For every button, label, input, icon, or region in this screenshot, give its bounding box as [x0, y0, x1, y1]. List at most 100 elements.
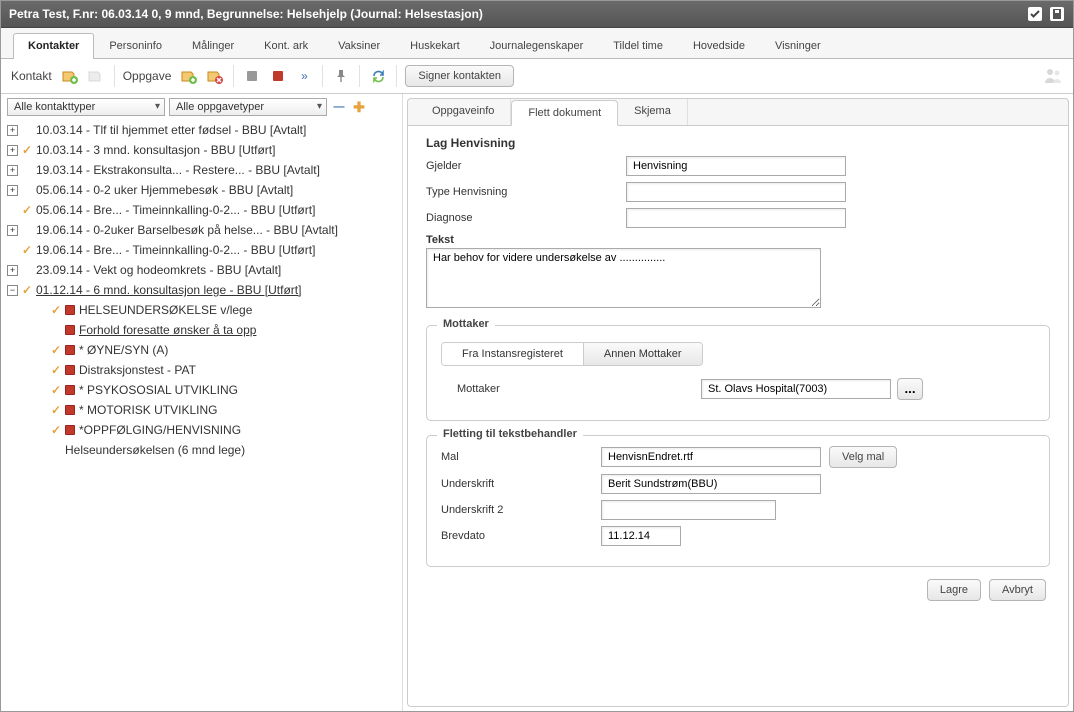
main-tab-m-linger[interactable]: Målinger	[177, 33, 249, 59]
title-bar: Petra Test, F.nr: 06.03.14 0, 9 mnd, Beg…	[1, 1, 1073, 28]
mottaker-tabs: Fra InstansregisteretAnnen Mottaker	[441, 342, 703, 366]
tree-label[interactable]: Forhold foresatte ønsker å ta opp	[79, 322, 256, 338]
tree-child-row[interactable]: Forhold foresatte ønsker å ta opp	[7, 320, 396, 340]
sub-tab-skjema[interactable]: Skjema	[618, 99, 688, 125]
brevdato-input[interactable]	[601, 526, 681, 546]
tree-child-row[interactable]: ✓* MOTORISK UTVIKLING	[7, 400, 396, 420]
check-icon: ✓	[22, 282, 34, 298]
tree-label[interactable]: * MOTORISK UTVIKLING	[79, 402, 217, 418]
tree-toggle-icon[interactable]: +	[7, 165, 18, 176]
refresh-icon[interactable]	[368, 66, 388, 86]
fast-forward-icon[interactable]: »	[294, 66, 314, 86]
pin-icon[interactable]	[331, 66, 351, 86]
main-tab-tildel-time[interactable]: Tildel time	[598, 33, 678, 59]
stop-gray-icon[interactable]	[242, 66, 262, 86]
tree-label[interactable]: HELSEUNDERSØKELSE v/lege	[79, 302, 252, 318]
main-tab-vaksiner[interactable]: Vaksiner	[323, 33, 395, 59]
mal-input[interactable]	[601, 447, 821, 467]
tree-label[interactable]: Helseundersøkelsen (6 mnd lege)	[65, 442, 245, 458]
tree-label[interactable]: 19.06.14 - 0-2uker Barselbesøk på helse.…	[36, 222, 338, 238]
collapse-icon[interactable]: —	[331, 99, 347, 115]
oppgavetype-filter[interactable]: Alle oppgavetyper	[169, 98, 327, 116]
sub-tab-oppgaveinfo[interactable]: Oppgaveinfo	[416, 99, 511, 125]
tree-child-row[interactable]: ✓*OPPFØLGING/HENVISNING	[7, 420, 396, 440]
type-henvisning-input[interactable]	[626, 182, 846, 202]
diagnose-input[interactable]	[626, 208, 846, 228]
delete-oppgave-icon[interactable]	[205, 66, 225, 86]
mottaker-browse-button[interactable]: ...	[897, 378, 923, 400]
tree-label[interactable]: 10.03.14 - Tlf til hjemmet etter fødsel …	[36, 122, 306, 138]
mottaker-input[interactable]	[701, 379, 891, 399]
check-icon: ✓	[22, 242, 34, 258]
main-tab-kont-ark[interactable]: Kont. ark	[249, 33, 323, 59]
main-tab-huskekart[interactable]: Huskekart	[395, 33, 475, 59]
check-icon[interactable]	[1027, 6, 1043, 22]
tree-toggle-icon[interactable]: +	[7, 125, 18, 136]
tree-child-row[interactable]: Helseundersøkelsen (6 mnd lege)	[7, 440, 396, 460]
tree-label[interactable]: Distraksjonstest - PAT	[79, 362, 196, 378]
tree-label[interactable]: * ØYNE/SYN (A)	[79, 342, 168, 358]
tree-label[interactable]: 05.06.14 - 0-2 uker Hjemmebesøk - BBU [A…	[36, 182, 293, 198]
tree-toggle-icon[interactable]: +	[7, 225, 18, 236]
tree-toggle-icon[interactable]: −	[7, 285, 18, 296]
main-tab-kontakter[interactable]: Kontakter	[13, 33, 94, 59]
tree-label[interactable]: 01.12.14 - 6 mnd. konsultasjon lege - BB…	[36, 282, 301, 298]
tree-row[interactable]: +10.03.14 - Tlf til hjemmet etter fødsel…	[7, 120, 396, 140]
tree-label[interactable]: *OPPFØLGING/HENVISNING	[79, 422, 241, 438]
tree-row[interactable]: +19.06.14 - 0-2uker Barselbesøk på helse…	[7, 220, 396, 240]
tree-label[interactable]: 19.06.14 - Bre... - Timeinnkalling-0-2..…	[36, 242, 315, 258]
bullet-icon	[65, 345, 75, 355]
main-tab-journalegenskaper[interactable]: Journalegenskaper	[475, 33, 599, 59]
new-oppgave-icon[interactable]	[179, 66, 199, 86]
avbryt-button[interactable]: Avbryt	[989, 579, 1046, 601]
type-henvisning-label: Type Henvisning	[426, 186, 626, 198]
sub-tab-flett-dokument[interactable]: Flett dokument	[511, 100, 618, 126]
tree-label[interactable]: 19.03.14 - Ekstrakonsulta... - Restere..…	[36, 162, 320, 178]
new-kontakt-icon[interactable]	[60, 66, 80, 86]
tree-label[interactable]: 10.03.14 - 3 mnd. konsultasjon - BBU [Ut…	[36, 142, 275, 158]
underskrift2-input[interactable]	[601, 500, 776, 520]
underskrift-input[interactable]	[601, 474, 821, 494]
tree-row[interactable]: +23.09.14 - Vekt og hodeomkrets - BBU [A…	[7, 260, 396, 280]
tekst-textarea[interactable]	[426, 248, 821, 308]
oppgave-label: Oppgave	[123, 69, 172, 83]
check-icon: ✓	[51, 342, 63, 358]
main-tab-hovedside[interactable]: Hovedside	[678, 33, 760, 59]
tree-toggle-icon[interactable]: +	[7, 185, 18, 196]
kontakttype-filter[interactable]: Alle kontakttyper	[7, 98, 165, 116]
bullet-icon	[65, 405, 75, 415]
tree-child-row[interactable]: ✓* PSYKOSOSIAL UTVIKLING	[7, 380, 396, 400]
tree-row[interactable]: +✓10.03.14 - 3 mnd. konsultasjon - BBU […	[7, 140, 396, 160]
mottaker-tab-1[interactable]: Annen Mottaker	[584, 343, 702, 365]
main-tabs: KontakterPersoninfoMålingerKont. arkVaks…	[1, 28, 1073, 59]
expand-icon[interactable]: ✚	[351, 99, 367, 115]
tree-child-row[interactable]: ✓ * ØYNE/SYN (A)	[7, 340, 396, 360]
gjelder-input[interactable]	[626, 156, 846, 176]
kontakt-folder-icon[interactable]	[86, 66, 106, 86]
main-tab-personinfo[interactable]: Personinfo	[94, 33, 177, 59]
stop-red-icon[interactable]	[268, 66, 288, 86]
save-icon[interactable]	[1049, 6, 1065, 22]
lagre-button[interactable]: Lagre	[927, 579, 981, 601]
main-tab-visninger[interactable]: Visninger	[760, 33, 836, 59]
tree-row[interactable]: ✓05.06.14 - Bre... - Timeinnkalling-0-2.…	[7, 200, 396, 220]
tree-toggle-icon[interactable]: +	[7, 145, 18, 156]
tree-label[interactable]: 05.06.14 - Bre... - Timeinnkalling-0-2..…	[36, 202, 315, 218]
tree-label[interactable]: 23.09.14 - Vekt og hodeomkrets - BBU [Av…	[36, 262, 281, 278]
tree-row[interactable]: +19.03.14 - Ekstrakonsulta... - Restere.…	[7, 160, 396, 180]
tree-child-row[interactable]: ✓HELSEUNDERSØKELSE v/lege	[7, 300, 396, 320]
tree-row[interactable]: −✓01.12.14 - 6 mnd. konsultasjon lege - …	[7, 280, 396, 300]
tree-row[interactable]: +05.06.14 - 0-2 uker Hjemmebesøk - BBU […	[7, 180, 396, 200]
tree-toggle-icon[interactable]: +	[7, 265, 18, 276]
velg-mal-button[interactable]: Velg mal	[829, 446, 897, 468]
bullet-icon	[65, 365, 75, 375]
user-icon[interactable]	[1043, 66, 1063, 86]
mottaker-tab-0[interactable]: Fra Instansregisteret	[442, 343, 584, 365]
signer-kontakten-button[interactable]: Signer kontakten	[405, 65, 514, 87]
tree-label[interactable]: * PSYKOSOSIAL UTVIKLING	[79, 382, 238, 398]
tekst-label: Tekst	[426, 234, 626, 246]
tree-row[interactable]: ✓19.06.14 - Bre... - Timeinnkalling-0-2.…	[7, 240, 396, 260]
underskrift-label: Underskrift	[441, 478, 601, 490]
window-title: Petra Test, F.nr: 06.03.14 0, 9 mnd, Beg…	[9, 7, 483, 21]
tree-child-row[interactable]: ✓Distraksjonstest - PAT	[7, 360, 396, 380]
